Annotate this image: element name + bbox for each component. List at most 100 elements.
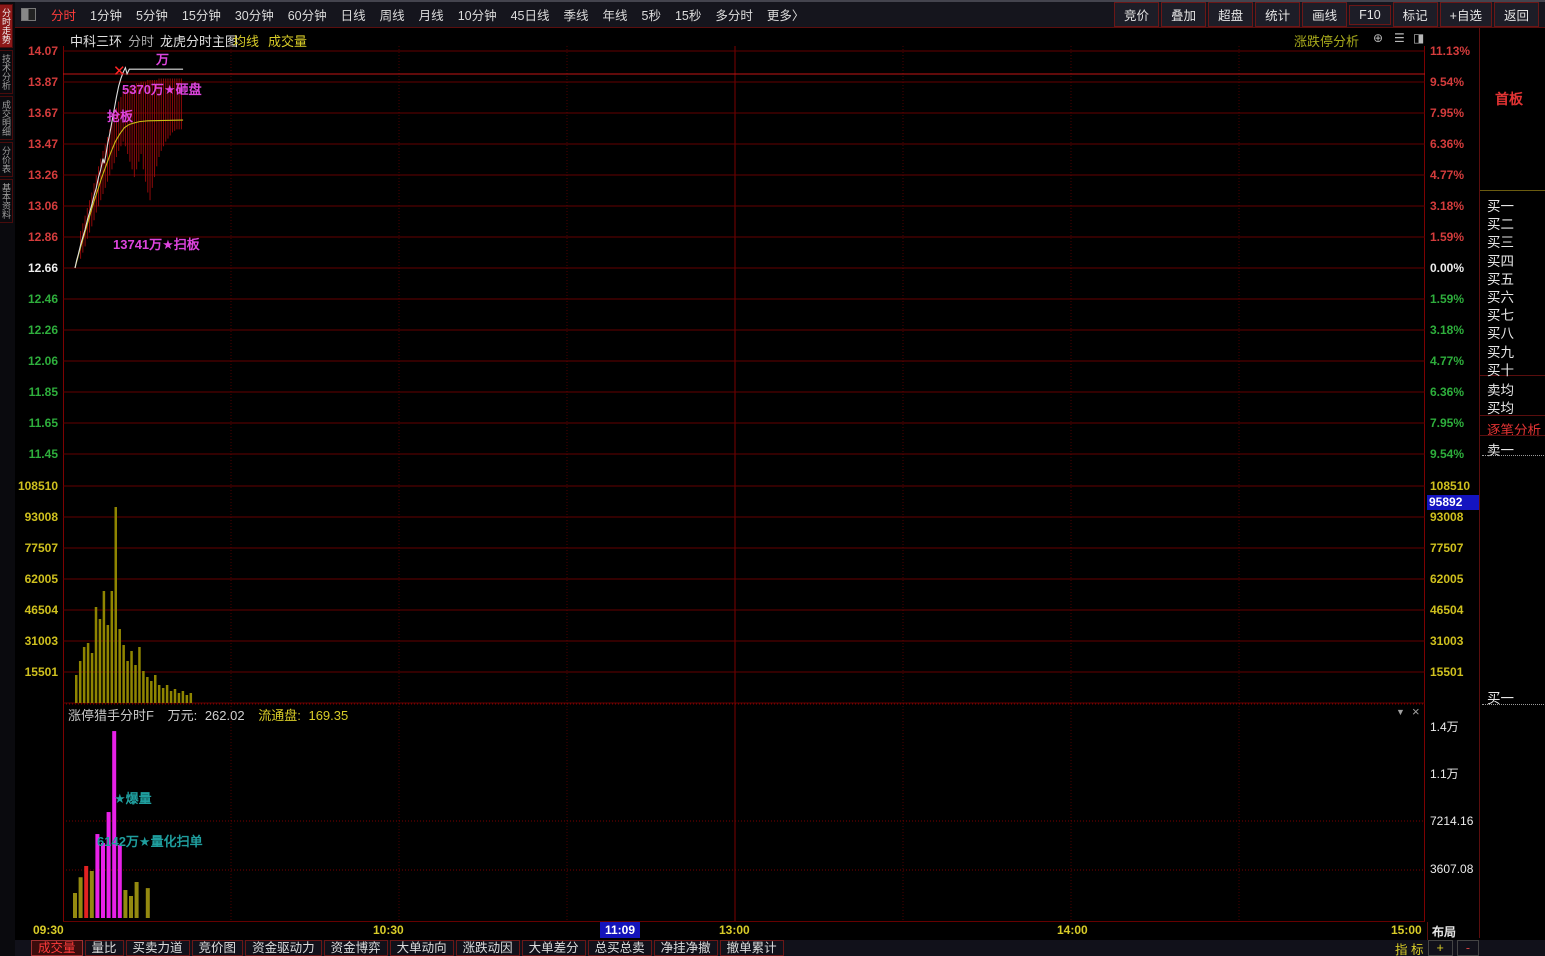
toolbar-button[interactable]: 画线 [1302, 2, 1347, 27]
bid-level-6[interactable]: 买六 [1487, 286, 1514, 306]
time-axis-label: 09:30 [33, 923, 64, 937]
chart-canvas[interactable] [63, 46, 1425, 922]
pct-axis-label: 9.54% [1430, 75, 1464, 89]
sell-one-label[interactable]: 卖一 [1487, 439, 1514, 459]
bid-level-8[interactable]: 买八 [1487, 322, 1514, 342]
current-volume-tag: 95892 [1427, 495, 1479, 510]
period-tab[interactable]: 季线 [557, 2, 596, 27]
indicator-tab[interactable]: 净挂净撤 [654, 940, 718, 956]
indicator-tab[interactable]: 资金博弈 [324, 940, 388, 956]
period-tab[interactable]: 5秒 [635, 2, 668, 27]
left-tab[interactable]: 基本资料 [0, 179, 13, 223]
annotation-quant-sweep: 6142万★量化扫单 [97, 831, 203, 850]
bid-level-7[interactable]: 买七 [1487, 304, 1514, 324]
indicator-tab[interactable]: 资金驱动力 [245, 940, 322, 956]
window-split-icon[interactable] [21, 8, 36, 21]
pct-axis-label: 7.95% [1430, 416, 1464, 430]
volume-axis-label-right: 93008 [1430, 510, 1463, 524]
period-tab[interactable]: 分时 [44, 2, 83, 27]
bid-level-2[interactable]: 买二 [1487, 213, 1514, 233]
volume-axis-label-left: 93008 [16, 510, 58, 524]
bottom-indicator-tabs: 成交量量比买卖力道竞价图资金驱动力资金博弈大单动向涨跌动因大单差分总买总卖净挂净… [15, 940, 1545, 956]
toolbar-button[interactable]: 统计 [1255, 2, 1300, 27]
sell-signal-x-marker: ✕ [113, 62, 126, 80]
sub-indicator-title[interactable]: 涨停猎手分时F [68, 708, 154, 723]
indicator-tab[interactable]: 大单差分 [522, 940, 586, 956]
period-tab[interactable]: 1分钟 [83, 2, 129, 27]
period-tab[interactable]: 周线 [373, 2, 412, 27]
right-quote-panel: 首板 卖均 买均 逐笔分析 卖一 买一 买一买二买三买四买五买六买七买八买九买十 [1479, 27, 1545, 938]
period-tab[interactable]: 更多〉 [760, 2, 812, 27]
bid-level-1[interactable]: 买一 [1487, 195, 1514, 215]
toolbar-button[interactable]: 超盘 [1208, 2, 1253, 27]
buy-avg-label[interactable]: 买均 [1487, 397, 1514, 417]
period-tab[interactable]: 月线 [412, 2, 451, 27]
left-tab[interactable]: 分时走势 [0, 4, 13, 48]
price-axis-label: 11.65 [16, 416, 58, 430]
bid-level-3[interactable]: 买三 [1487, 231, 1514, 251]
pct-axis-label: 4.77% [1430, 354, 1464, 368]
period-tab[interactable]: 15分钟 [175, 2, 228, 27]
time-axis-label: 13:00 [719, 923, 750, 937]
toolbar-button[interactable]: 标记 [1393, 2, 1438, 27]
period-tab[interactable]: 5分钟 [129, 2, 175, 27]
period-tab[interactable]: 日线 [334, 2, 373, 27]
bid-level-10[interactable]: 买十 [1487, 359, 1514, 379]
indicator-tab[interactable]: 涨跌动因 [456, 940, 520, 956]
bid-level-4[interactable]: 买四 [1487, 250, 1514, 270]
left-tab[interactable]: 分价表 [0, 142, 13, 177]
period-tab[interactable]: 60分钟 [281, 2, 334, 27]
sell-avg-label[interactable]: 卖均 [1487, 379, 1514, 399]
menu-icon[interactable]: ☰ [1394, 31, 1405, 45]
divider [1482, 455, 1544, 456]
price-axis-label: 14.07 [16, 44, 58, 58]
left-tab[interactable]: 技术分析 [0, 50, 13, 94]
layout-icon[interactable]: ◨ [1413, 31, 1424, 45]
divider [1427, 922, 1428, 940]
sub-axis-label: 1.1万 [1430, 765, 1459, 782]
tick-analysis-label[interactable]: 逐笔分析 [1487, 419, 1541, 439]
indicator-tab[interactable]: 买卖力道 [126, 940, 190, 956]
close-icon[interactable]: × [1412, 704, 1420, 719]
sub-amount-value: 262.02 [205, 708, 245, 723]
period-tab[interactable]: 45日线 [504, 2, 557, 27]
toolbar-button[interactable]: 返回 [1494, 2, 1539, 27]
time-axis-label: 14:00 [1057, 923, 1088, 937]
period-tab[interactable]: 30分钟 [228, 2, 281, 27]
indicator-tab[interactable]: 量比 [85, 940, 124, 956]
bid-level-9[interactable]: 买九 [1487, 341, 1514, 361]
annotation-smash: 5370万★砸盘 [122, 79, 202, 98]
zoom-in-button[interactable]: + [1428, 940, 1453, 956]
toolbar-button[interactable]: F10 [1349, 5, 1391, 25]
annotation-sweep: 13741万★扫板 [113, 234, 200, 253]
sub-float-label: 流通盘: [258, 708, 301, 723]
price-axis-label: 11.45 [16, 447, 58, 461]
period-tab[interactable]: 多分时 [708, 2, 760, 27]
layout-button[interactable]: 布局 [1432, 923, 1456, 940]
toolbar-button[interactable]: +自选 [1440, 2, 1492, 27]
left-view-tabs: 分时走势技术分析成交明细分价表基本资料 [0, 2, 15, 956]
pct-axis-label: 3.18% [1430, 323, 1464, 337]
indicator-tab[interactable]: 总买总卖 [588, 940, 652, 956]
volume-axis-label-right: 108510 [1430, 479, 1470, 493]
left-tab[interactable]: 成交明细 [0, 96, 13, 140]
period-tab[interactable]: 年线 [596, 2, 635, 27]
volume-axis-label-left: 46504 [16, 603, 58, 617]
price-axis-label: 13.26 [16, 168, 58, 182]
time-axis-label: 15:00 [1391, 923, 1422, 937]
bid-level-5[interactable]: 买五 [1487, 268, 1514, 288]
collapse-icon[interactable]: ▼ [1396, 707, 1405, 717]
indicator-tab[interactable]: 成交量 [31, 940, 83, 956]
indicator-button[interactable]: 指 标 [1395, 939, 1423, 956]
plus-circle-icon[interactable]: ⊕ [1373, 31, 1383, 45]
indicator-tab[interactable]: 大单动向 [390, 940, 454, 956]
indicator-tab[interactable]: 竞价图 [192, 940, 244, 956]
indicator-tab[interactable]: 撤单累计 [720, 940, 784, 956]
period-tab[interactable]: 15秒 [668, 2, 708, 27]
pct-axis-label: 4.77% [1430, 168, 1464, 182]
toolbar-button[interactable]: 叠加 [1161, 2, 1206, 27]
zoom-out-button[interactable]: - [1457, 940, 1479, 956]
period-tab[interactable]: 10分钟 [451, 2, 504, 27]
toolbar-button[interactable]: 竞价 [1114, 2, 1159, 27]
sub-axis-label: 3607.08 [1430, 862, 1473, 876]
